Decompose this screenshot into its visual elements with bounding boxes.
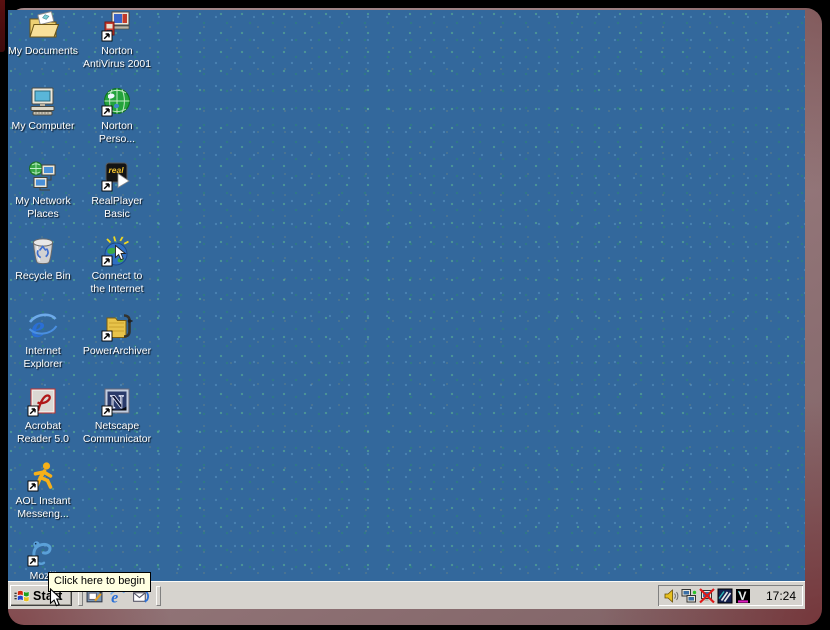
aol-instant-messenger-icon xyxy=(27,460,59,492)
desktop-icon-label: Netscape Communicator xyxy=(80,420,154,445)
clock[interactable]: 17:24 xyxy=(766,589,798,603)
mouse-cursor-icon xyxy=(49,588,64,609)
norton-antivirus-tray-icon[interactable]: V xyxy=(735,588,751,604)
desktop-icon-norton-antivirus[interactable]: Norton AntiVirus 2001 xyxy=(80,10,154,70)
recycle-bin-icon xyxy=(27,235,59,267)
desktop-icon-label: RealPlayer Basic xyxy=(80,195,154,220)
norton-scheduler-icon[interactable] xyxy=(717,588,733,604)
acrobat-reader-icon xyxy=(27,385,59,417)
realplayer-icon: real xyxy=(101,160,133,192)
mozilla-icon xyxy=(27,535,59,567)
desktop-icon-powerarchiver[interactable]: PowerArchiver xyxy=(80,310,154,358)
my-documents-icon xyxy=(27,10,59,42)
connect-internet-icon xyxy=(101,235,133,267)
network-offline-icon[interactable] xyxy=(699,588,715,604)
powerarchiver-icon xyxy=(101,310,133,342)
desktop-icon-label: Norton Perso... xyxy=(80,120,154,145)
desktop-icon-label: PowerArchiver xyxy=(80,345,154,358)
desktop-icon-my-computer[interactable]: My Computer xyxy=(8,85,80,133)
system-tray: V 17:24 xyxy=(658,585,803,606)
desktop-icon-norton-personal[interactable]: Norton Perso... xyxy=(80,85,154,145)
tray-icon-group: V xyxy=(663,588,751,604)
desktop-icon-recycle-bin[interactable]: Recycle Bin xyxy=(8,235,80,283)
desktop-icon-label: My Network Places xyxy=(8,195,80,220)
desktop-icon-label: Internet Explorer xyxy=(8,345,80,370)
taskbar-grip[interactable] xyxy=(156,586,161,606)
desktop-icon-label: Norton AntiVirus 2001 xyxy=(80,45,154,70)
internet-explorer-icon: e xyxy=(27,310,59,342)
desktop-icon-label: My Documents xyxy=(8,45,80,58)
desktop-icon-label: My Computer xyxy=(8,120,80,133)
windows-logo-icon xyxy=(13,587,30,604)
desktop-icon-acrobat-reader[interactable]: Acrobat Reader 5.0 xyxy=(8,385,80,445)
desktop-icon-my-documents[interactable]: My Documents xyxy=(8,10,80,58)
my-computer-icon xyxy=(27,85,59,117)
netscape-icon: N xyxy=(101,385,133,417)
desktop-icon-label: Connect to the Internet xyxy=(80,270,154,295)
norton-antivirus-icon xyxy=(101,10,133,42)
desktop-icon-aol-instant-messenger[interactable]: AOL Instant Messeng... xyxy=(8,460,80,520)
norton-personal-icon xyxy=(101,85,133,117)
volume-icon[interactable] xyxy=(663,588,679,604)
desktop-icon-label: Acrobat Reader 5.0 xyxy=(8,420,80,445)
my-network-places-icon xyxy=(27,160,59,192)
network-connection-icon[interactable] xyxy=(681,588,697,604)
monitor-photo: { "tooltip": { "text": "Click here to be… xyxy=(0,0,830,630)
desktop-icon-my-network-places[interactable]: My Network Places xyxy=(8,160,80,220)
desktop[interactable]: My DocumentsNorton AntiVirus 2001 My Comp… xyxy=(8,10,805,609)
screen-edge-artifact xyxy=(0,0,5,52)
desktop-icon-internet-explorer[interactable]: e Internet Explorer xyxy=(8,310,80,370)
desktop-icon-label: AOL Instant Messeng... xyxy=(8,495,80,520)
desktop-icon-connect-internet[interactable]: Connect to the Internet xyxy=(80,235,154,295)
desktop-icon-netscape[interactable]: N Netscape Communicator xyxy=(80,385,154,445)
desktop-icon-realplayer[interactable]: real RealPlayer Basic xyxy=(80,160,154,220)
desktop-icon-label: Recycle Bin xyxy=(8,270,80,283)
